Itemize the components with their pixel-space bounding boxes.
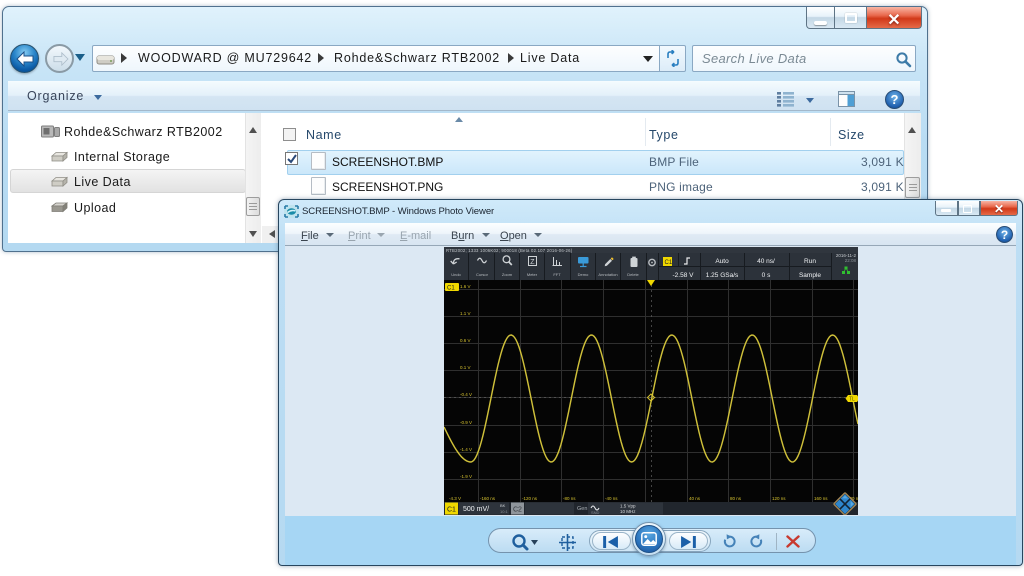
svg-text:Delete: Delete [627,272,639,277]
svg-text:0 s: 0 s [762,272,771,279]
svg-text:80 ns: 80 ns [730,496,742,501]
svg-text:Cursor: Cursor [476,272,489,277]
svg-text:BK: BK [500,503,506,508]
svg-text:40 ns/: 40 ns/ [757,258,775,265]
svg-text:Gen: Gen [577,506,587,512]
svg-text:C1: C1 [447,286,455,292]
svg-text:Demo: Demo [578,272,589,277]
svg-text:-0.9 V: -0.9 V [460,420,472,425]
svg-text:22:08: 22:08 [845,258,857,263]
svg-text:1.6 V: 1.6 V [460,284,471,289]
svg-text:Zoom: Zoom [502,272,513,277]
svg-text:-1.4 V: -1.4 V [460,447,472,452]
svg-text:RTB2002; 1333 1006K02; 900018: RTB2002; 1333 1006K02; 900018 (Beta 02.1… [446,248,573,253]
svg-text:C1: C1 [447,507,456,514]
svg-text:Z: Z [530,259,535,266]
svg-text:Run: Run [804,258,816,265]
svg-text:-80 ns: -80 ns [563,496,576,501]
svg-text:1.5 Vpp: 1.5 Vpp [620,504,636,509]
svg-text:-4.3 V: -4.3 V [449,496,461,501]
svg-text:10:1: 10:1 [500,509,509,514]
svg-text:0.6 V: 0.6 V [460,338,471,343]
svg-text:10 MHz: 10 MHz [620,509,636,514]
svg-text:-1.9 V: -1.9 V [460,474,472,479]
svg-text:-0.4 V: -0.4 V [460,392,472,397]
svg-text:1.1 V: 1.1 V [460,311,471,316]
svg-text:Meter: Meter [527,272,538,277]
svg-text:SND: SND [591,510,600,515]
svg-text:Auto: Auto [715,258,729,265]
svg-text:40 ns: 40 ns [689,496,701,501]
svg-text:-2.58 V: -2.58 V [673,272,695,279]
svg-text:C2: C2 [513,507,522,514]
svg-text:FFT: FFT [553,272,561,277]
svg-text:120 ns: 120 ns [772,496,786,501]
svg-text:Undo: Undo [451,272,461,277]
svg-text:Annotation: Annotation [598,272,617,277]
svg-text:-160 ns: -160 ns [480,496,496,501]
svg-text:C1: C1 [665,260,673,266]
svg-text:500 mV/: 500 mV/ [463,506,489,513]
svg-text:0.1 V: 0.1 V [460,365,471,370]
svg-text:Sample: Sample [799,272,821,279]
svg-text:1.25 GSa/s: 1.25 GSa/s [706,272,739,279]
svg-text:TL: TL [849,397,855,403]
svg-text:-40 ns: -40 ns [605,496,618,501]
svg-text:-120 ns: -120 ns [522,496,538,501]
svg-text:160 ns: 160 ns [814,496,828,501]
